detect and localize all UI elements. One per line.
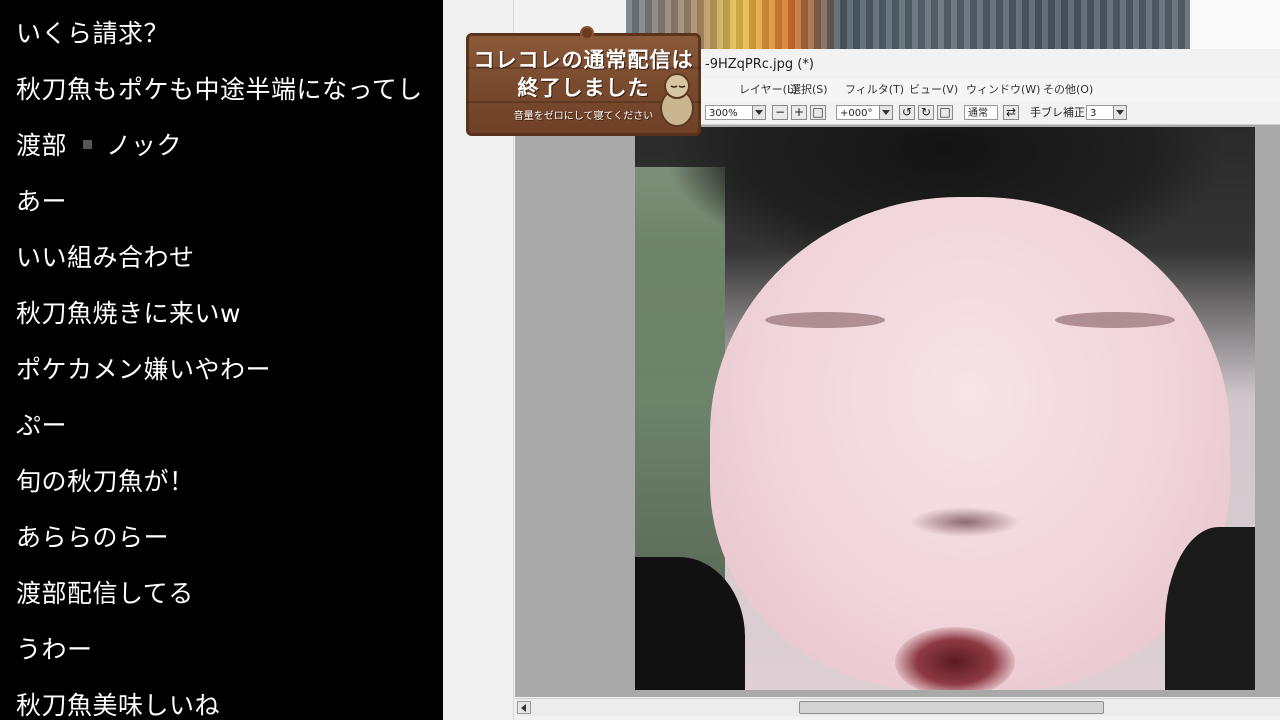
square-icon — [83, 139, 93, 149]
menu-other[interactable]: その他(O) — [1043, 79, 1093, 101]
comment-item: 秋刀魚美味しいね — [16, 691, 221, 720]
zoom-reset-button[interactable]: □ — [810, 105, 826, 120]
menu-layer[interactable]: レイヤー(L) — [739, 79, 797, 101]
zoom-out-button[interactable]: − — [772, 105, 788, 120]
comment-item: あー — [16, 187, 68, 216]
sleeping-character-icon — [660, 73, 694, 127]
comment-item: 渡部 ノック — [16, 126, 182, 166]
comment-panel: いくら請求？ 秋刀魚もポケも中途半端になってし 渡部 ノック あー いい組み合わせ… — [0, 0, 443, 720]
background-photo-strip — [626, 0, 1190, 49]
canvas-image[interactable] — [635, 127, 1255, 690]
comment-item: いくら請求？ — [16, 19, 170, 48]
rotate-reset-button[interactable]: □ — [937, 105, 953, 120]
zoom-in-button[interactable]: + — [791, 105, 807, 120]
menu-select[interactable]: 選択(S) — [790, 79, 828, 101]
zoom-field[interactable]: 300% — [705, 105, 757, 120]
canvas-area[interactable] — [515, 125, 1280, 697]
comment-item: 秋刀魚もポケも中途半端になってし — [16, 75, 423, 104]
image-mouth — [895, 627, 1015, 690]
zoom-dropdown-icon[interactable] — [752, 105, 766, 120]
rotation-dropdown-icon[interactable] — [879, 105, 893, 120]
flip-button[interactable]: ⇄ — [1003, 105, 1019, 120]
image-face — [710, 197, 1230, 690]
image-shoulder-left — [635, 557, 745, 690]
comment-item: いい組み合わせ — [16, 243, 195, 272]
comment-item: ぷー — [16, 411, 68, 440]
menu-view[interactable]: ビュー(V) — [909, 79, 958, 101]
rotate-left-button[interactable]: ↺ — [899, 105, 915, 120]
window-chrome — [1190, 0, 1280, 49]
menu-filter[interactable]: フィルタ(T) — [845, 79, 904, 101]
comment-knock-prefix: 渡部 — [16, 131, 68, 160]
comment-item: 渡部配信してる — [16, 579, 194, 608]
comment-item: 秋刀魚焼きに来いw — [16, 299, 241, 328]
stream-ended-sign: コレコレの通常配信は 終了しました 音量をゼロにして寝てください — [466, 28, 701, 136]
rotate-right-button[interactable]: ↻ — [918, 105, 934, 120]
comment-item: 旬の秋刀魚が！ — [16, 467, 195, 496]
menu-window[interactable]: ウィンドウ(W) — [966, 79, 1040, 101]
scroll-left-icon[interactable] — [517, 701, 531, 714]
comment-knock-suffix: ノック — [106, 131, 183, 160]
horizontal-scrollbar[interactable] — [515, 698, 1280, 716]
image-eye-right — [1055, 312, 1175, 328]
nail-icon — [582, 28, 592, 38]
scrollbar-thumb[interactable] — [799, 701, 1104, 714]
image-eye-left — [765, 312, 885, 328]
comment-item: あららのらー — [16, 523, 170, 552]
stabilizer-label: 手ブレ補正 — [1030, 106, 1085, 119]
blend-mode-field[interactable]: 通常 — [964, 105, 998, 120]
image-nose — [910, 507, 1020, 537]
comment-item: うわー — [16, 635, 93, 664]
stabilizer-dropdown-icon[interactable] — [1113, 105, 1127, 120]
comment-item: ポケカメン嫌いやわー — [16, 355, 272, 384]
window-title: -9HZqPRc.jpg (*) — [705, 57, 814, 72]
rotation-field[interactable]: +000° — [836, 105, 884, 120]
